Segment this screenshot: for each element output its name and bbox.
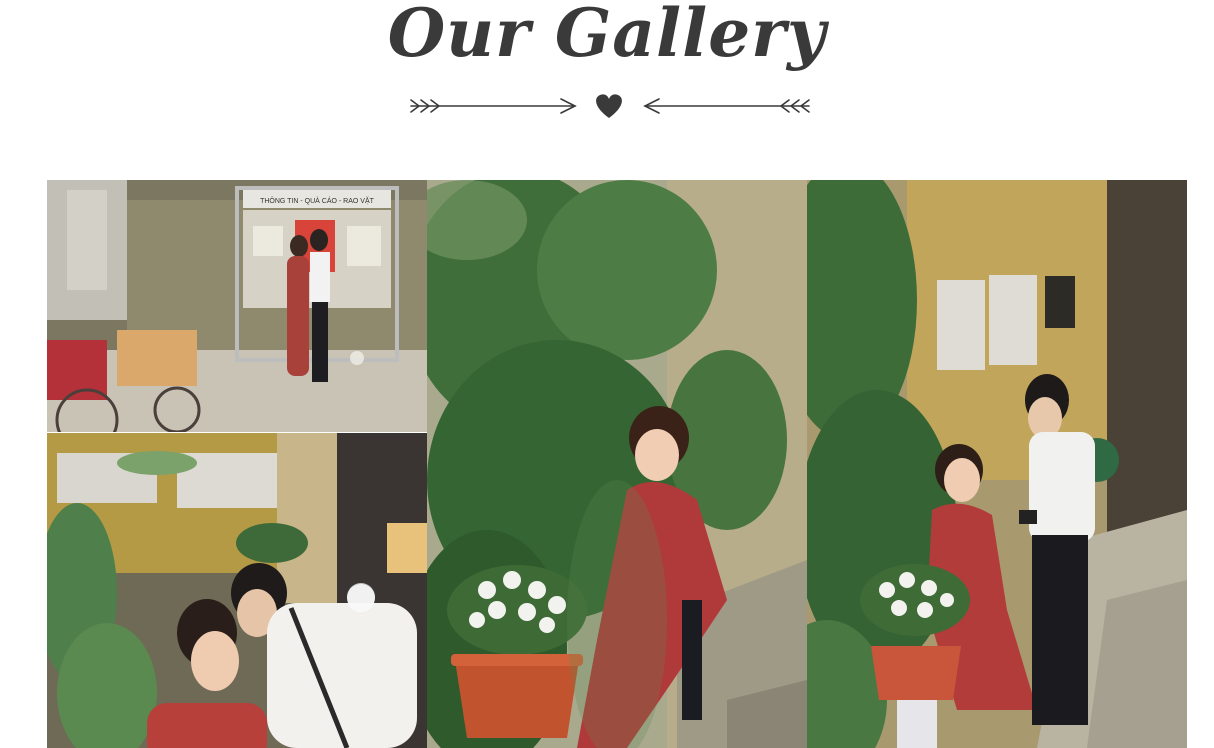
gallery-photo-bride-with-flowers[interactable]: [427, 180, 807, 748]
notice-board-sign: THÔNG TIN - QUÀ CÁO - RAO VẶT: [260, 196, 375, 205]
gallery-photo-couple-with-camera[interactable]: [807, 180, 1187, 748]
gallery-photo-couple-at-notice-board[interactable]: THÔNG TIN - QUÀ CÁO - RAO VẶT: [47, 180, 427, 432]
heart-icon: [596, 94, 622, 118]
page-title: Our Gallery: [387, 0, 827, 72]
arrow-heart-divider-icon: [410, 94, 810, 118]
carousel-dot[interactable]: [347, 584, 375, 612]
photo-gallery: THÔNG TIN - QUÀ CÁO - RAO VẶT: [47, 180, 1187, 748]
